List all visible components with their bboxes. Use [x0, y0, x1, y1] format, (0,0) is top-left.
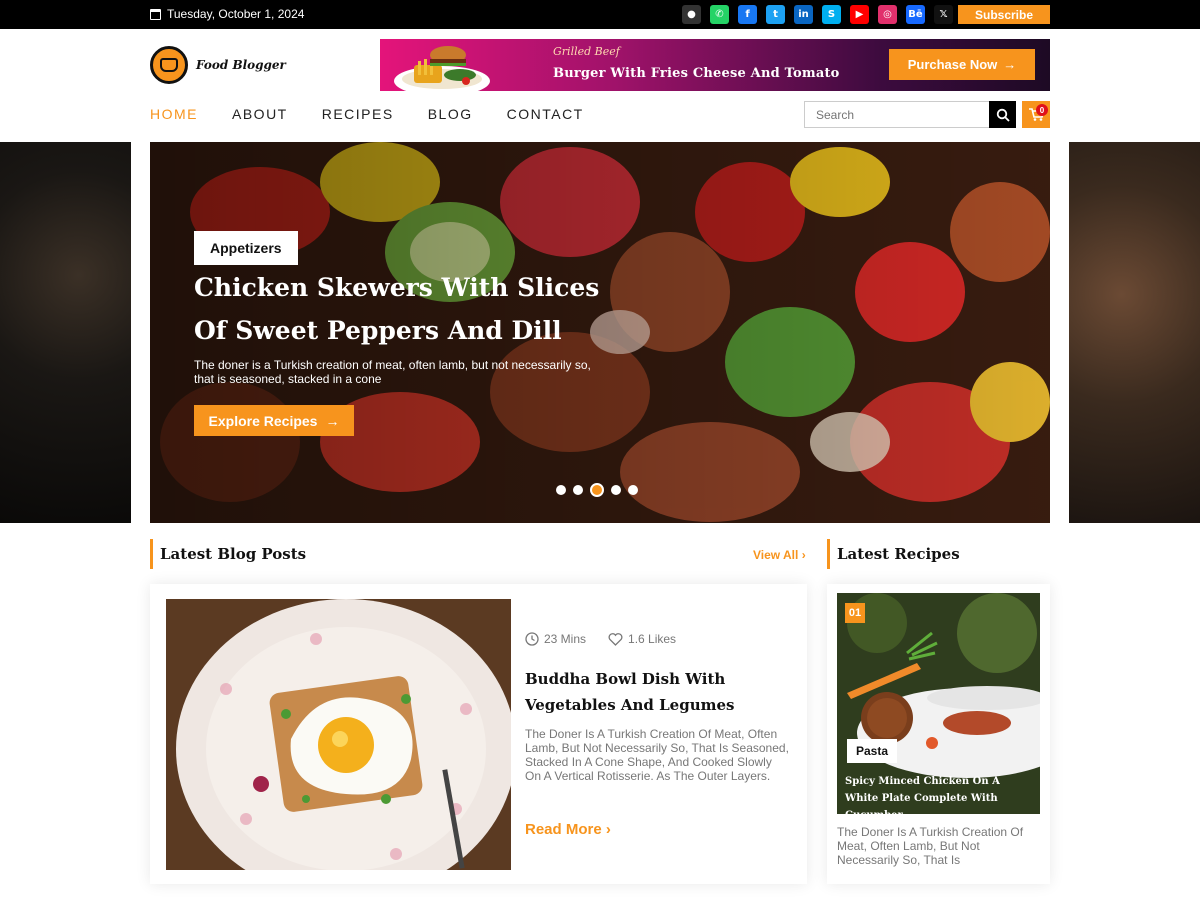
slider-dot-4[interactable] — [611, 485, 621, 495]
read-more-label: Read More — [525, 821, 602, 838]
search-input[interactable] — [805, 102, 989, 127]
view-all-label: View All — [753, 548, 799, 562]
blog-post-meta: 23 Mins 1.6 Likes — [525, 632, 676, 646]
instagram-icon[interactable]: ◎ — [878, 5, 897, 24]
cart-count-badge: 0 — [1036, 104, 1048, 116]
social-links: ● ✆ f t in S ▶ ◎ Bē 𝕏 — [682, 5, 953, 24]
site-logo[interactable]: Food Blogger — [150, 46, 286, 84]
skype-icon[interactable]: S — [822, 5, 841, 24]
chevron-right-icon: › — [798, 548, 806, 562]
top-bar: Tuesday, October 1, 2024 ● ✆ f t in S ▶ ◎ Bē 𝕏 Su… — [0, 0, 1200, 29]
banner-subtitle: Grilled Beef — [553, 45, 620, 58]
hero-description: The doner is a Turkish creation of meat,… — [194, 358, 591, 386]
date-text: Tuesday, October 1, 2024 — [167, 7, 305, 21]
recipes-section-title: Latest Recipes — [837, 545, 960, 563]
logo-text: Food Blogger — [196, 58, 286, 72]
arrow-right-icon: → — [325, 412, 340, 429]
blog-section-header: Latest Blog Posts — [150, 539, 306, 569]
slider-dot-3[interactable] — [590, 483, 604, 497]
search-button[interactable] — [989, 101, 1016, 128]
arrow-right-icon: → — [1003, 57, 1017, 72]
main-nav: HOME ABOUT RECIPES BLOG CONTACT — [150, 106, 618, 122]
likes[interactable]: 1.6 Likes — [608, 632, 676, 646]
nav-about[interactable]: ABOUT — [232, 106, 288, 122]
hero-prev-slide-preview[interactable] — [0, 142, 131, 523]
recipe-image[interactable]: 01 Pasta Spicy Minced Chicken On A White… — [837, 593, 1040, 814]
section-accent-bar — [827, 539, 830, 569]
x-icon[interactable]: 𝕏 — [934, 5, 953, 24]
recipe-number-badge: 01 — [845, 603, 865, 623]
behance-icon[interactable]: Bē — [906, 5, 925, 24]
blog-post-title[interactable]: Buddha Bowl Dish With Vegetables And Leg… — [525, 666, 785, 718]
github-icon[interactable]: ● — [682, 5, 701, 24]
egg-toast-image — [166, 599, 511, 870]
linkedin-icon[interactable]: in — [794, 5, 813, 24]
facebook-icon[interactable]: f — [738, 5, 757, 24]
promo-banner[interactable]: Grilled Beef Burger With Fries Cheese An… — [380, 39, 1050, 91]
slider-dot-2[interactable] — [573, 485, 583, 495]
youtube-icon[interactable]: ▶ — [850, 5, 869, 24]
read-time-text: 23 Mins — [544, 632, 587, 646]
hero-category-tag[interactable]: Appetizers — [194, 231, 298, 265]
subscribe-button[interactable]: Subscribe — [958, 5, 1050, 24]
whatsapp-icon[interactable]: ✆ — [710, 5, 729, 24]
nav-contact[interactable]: CONTACT — [507, 106, 584, 122]
read-time: 23 Mins — [525, 632, 586, 646]
hero-slider: Appetizers Chicken Skewers With Slices O… — [150, 142, 1050, 523]
hero-next-slide-preview[interactable] — [1069, 142, 1200, 523]
search-box — [804, 101, 1016, 128]
likes-text: 1.6 Likes — [628, 632, 677, 646]
recipe-category-tag[interactable]: Pasta — [847, 739, 898, 763]
recipe-excerpt: The Doner Is A Turkish Creation Of Meat,… — [837, 825, 1024, 867]
explore-recipes-button[interactable]: Explore Recipes → — [194, 405, 354, 436]
purchase-now-label: Purchase Now — [907, 57, 998, 72]
burger-plate-image — [394, 46, 490, 91]
blog-post-excerpt: The Doner Is A Turkish Creation Of Meat,… — [525, 727, 789, 783]
hero-title[interactable]: Chicken Skewers With Slices Of Sweet Pep… — [194, 266, 634, 352]
recipes-section-header: Latest Recipes — [827, 539, 960, 569]
clock-icon — [525, 632, 539, 646]
slider-dot-5[interactable] — [628, 485, 638, 495]
nav-home[interactable]: HOME — [150, 106, 198, 122]
heart-icon — [608, 632, 623, 646]
search-icon — [996, 108, 1010, 122]
explore-recipes-label: Explore Recipes — [208, 412, 318, 429]
purchase-now-button[interactable]: Purchase Now → — [889, 49, 1035, 80]
cart-button[interactable]: 0 — [1022, 101, 1050, 128]
recipe-title[interactable]: Spicy Minced Chicken On A White Plate Co… — [845, 773, 1035, 814]
logo-mark-icon — [150, 46, 188, 84]
blog-section-title: Latest Blog Posts — [160, 545, 307, 563]
date-display: Tuesday, October 1, 2024 — [150, 7, 304, 21]
banner-title: Burger With Fries Cheese And Tomato — [553, 66, 840, 81]
view-all-link[interactable]: View All › — [753, 548, 806, 562]
nav-blog[interactable]: BLOG — [428, 106, 473, 122]
nav-recipes[interactable]: RECIPES — [322, 106, 394, 122]
calendar-icon — [150, 8, 161, 20]
twitter-icon[interactable]: t — [766, 5, 785, 24]
slider-dots — [556, 483, 638, 497]
read-more-link[interactable]: Read More › — [525, 821, 611, 838]
section-accent-bar — [150, 539, 153, 569]
blog-post-image[interactable] — [166, 599, 511, 870]
slider-dot-1[interactable] — [556, 485, 566, 495]
recipe-card: 01 Pasta Spicy Minced Chicken On A White… — [827, 584, 1050, 884]
blog-post-card: 23 Mins 1.6 Likes Buddha Bowl Dish With … — [150, 584, 807, 884]
chevron-right-icon: › — [601, 821, 611, 838]
